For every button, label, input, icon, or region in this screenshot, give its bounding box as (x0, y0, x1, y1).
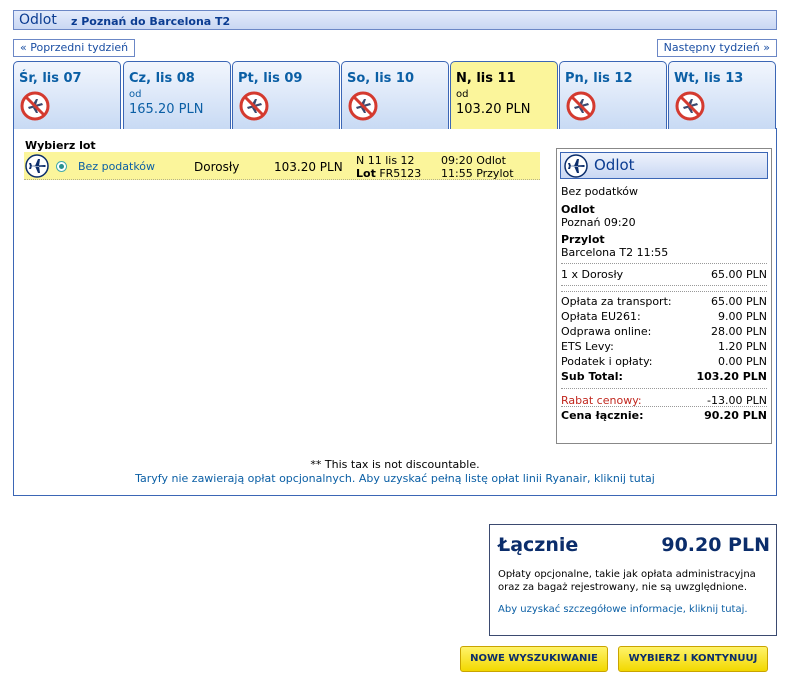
day-label: Pn, lis 12 (565, 71, 633, 86)
day-from-label: od (129, 89, 142, 100)
departure-time: 09:20 Odlot (441, 154, 506, 167)
summary-departure-value: Poznań 09:20 (561, 216, 636, 229)
no-flight-icon (348, 91, 378, 121)
subtotal-value: 103.20 PLN (696, 370, 767, 383)
optional-fees-note: Opłaty opcjonalne, takie jak opłata admi… (498, 569, 756, 593)
pax-line-label: 1 x Dorosły (561, 268, 624, 281)
arrival-time: 11:55 Przylot (441, 167, 514, 180)
details-link[interactable]: Aby uzyskać szczegółowe informacje, klik… (498, 603, 760, 616)
select-continue-button[interactable]: WYBIERZ I KONTYNUUJ (618, 646, 768, 672)
flight-date: N 11 lis 12 (356, 154, 415, 167)
no-flight-icon (20, 91, 50, 121)
fee-line: Podatek i opłaty: 0.00 PLN (561, 355, 767, 369)
day-label: N, lis 11 (456, 71, 516, 86)
day-tab-sat-10[interactable]: So, lis 10 (341, 61, 449, 129)
flight-number-value: FR5123 (379, 167, 422, 180)
fee-label: ETS Levy: (561, 340, 614, 353)
fee-label: Opłata za transport: (561, 295, 672, 308)
summary-departure-label: Odlot (561, 203, 595, 216)
flight-row[interactable]: Bez podatków Dorosły 103.20 PLN N 11 lis… (24, 152, 540, 180)
next-week-button[interactable]: Następny tydzień » (656, 39, 777, 57)
plane-icon (25, 154, 49, 178)
no-flight-icon (566, 91, 596, 121)
no-flight-icon (239, 91, 269, 121)
page-title: Odlot (19, 12, 57, 28)
fee-value: 65.00 PLN (711, 295, 767, 308)
day-label: So, lis 10 (347, 71, 415, 86)
flights-panel: Wybierz lot Bez podatków Dorosły 103.20 … (13, 128, 777, 496)
fares-info-link[interactable]: Taryfy nie zawierają opłat opcjonalnych.… (14, 472, 776, 485)
day-tab-wed-07[interactable]: Śr, lis 07 (13, 61, 121, 129)
no-flight-icon (675, 91, 705, 121)
total-value: 90.20 PLN (704, 409, 767, 422)
price-summary: Odlot Bez podatków Odlot Poznań 09:20 Pr… (556, 148, 772, 444)
plane-icon (564, 154, 588, 178)
day-price: 103.20 PLN (456, 102, 531, 117)
fare-type: Bez podatków (78, 160, 156, 173)
passenger-type: Dorosły (194, 160, 240, 174)
day-tab-tue-13[interactable]: Wt, lis 13 (668, 61, 776, 129)
fee-line: Opłata EU261: 9.00 PLN (561, 310, 767, 324)
day-tabs: Śr, lis 07 Cz, lis 08 od 165.20 PLN Pt, … (13, 61, 777, 129)
fee-value: 0.00 PLN (718, 355, 767, 368)
tax-note: ** This tax is not discountable. (310, 458, 480, 471)
summary-title: Odlot (594, 156, 635, 174)
day-tab-sun-11[interactable]: N, lis 11 od 103.20 PLN (450, 61, 558, 129)
total-line: Cena łącznie: 90.20 PLN (561, 409, 767, 423)
day-tab-thu-08[interactable]: Cz, lis 08 od 165.20 PLN (123, 61, 231, 129)
total-box: Łącznie 90.20 PLN Opłaty opcjonalne, tak… (489, 524, 777, 636)
route-subtitle: z Poznań do Barcelona T2 (71, 15, 231, 28)
summary-pax-line: 1 x Dorosły 65.00 PLN (561, 268, 767, 282)
summary-fare: Bez podatków (561, 185, 639, 198)
day-label: Pt, lis 09 (238, 71, 303, 86)
fee-line: ETS Levy: 1.20 PLN (561, 340, 767, 354)
fee-label: Odprawa online: (561, 325, 652, 338)
day-label: Wt, lis 13 (674, 71, 744, 86)
summary-arrival-label: Przylot (561, 233, 605, 246)
subtotal-label: Sub Total: (561, 370, 623, 383)
day-tab-mon-12[interactable]: Pn, lis 12 (559, 61, 667, 129)
fee-value: 28.00 PLN (711, 325, 767, 338)
day-tab-fri-09[interactable]: Pt, lis 09 (232, 61, 340, 129)
subtotal-line: Sub Total: 103.20 PLN (561, 370, 767, 384)
grand-total-value: 90.20 PLN (661, 534, 770, 556)
page-header: Odlot z Poznań do Barcelona T2 (13, 10, 777, 30)
day-label: Śr, lis 07 (19, 71, 82, 86)
flight-radio[interactable] (56, 161, 67, 172)
day-price: 165.20 PLN (129, 102, 204, 117)
summary-arrival-value: Barcelona T2 11:55 (561, 246, 669, 259)
fee-line: Odprawa online: 28.00 PLN (561, 325, 767, 339)
flight-price: 103.20 PLN (274, 160, 343, 174)
choose-flight-heading: Wybierz lot (25, 139, 96, 152)
fee-label: Opłata EU261: (561, 310, 641, 323)
grand-total-label: Łącznie (498, 534, 579, 556)
summary-header: Odlot (560, 152, 768, 179)
day-from-label: od (456, 89, 469, 100)
day-label: Cz, lis 08 (129, 71, 195, 86)
pax-line-value: 65.00 PLN (711, 268, 767, 281)
fee-line: Opłata za transport: 65.00 PLN (561, 295, 767, 309)
fee-value: 1.20 PLN (718, 340, 767, 353)
flight-number-label: Lot (356, 167, 376, 180)
total-label: Cena łącznie: (561, 409, 644, 422)
flight-number: Lot FR5123 (356, 167, 421, 180)
fee-value: 9.00 PLN (718, 310, 767, 323)
previous-week-button[interactable]: « Poprzedni tydzień (13, 39, 136, 57)
fee-label: Podatek i opłaty: (561, 355, 653, 368)
new-search-button[interactable]: NOWE WYSZUKIWANIE (460, 646, 608, 672)
